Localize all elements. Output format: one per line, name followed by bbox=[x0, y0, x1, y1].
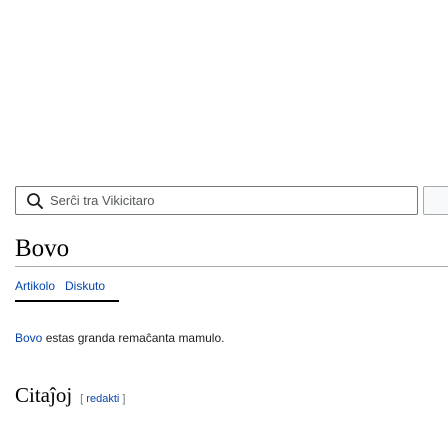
search-icon[interactable] bbox=[26, 192, 44, 210]
section-heading: Citaĵoj [ redakti ] bbox=[15, 383, 125, 408]
page-title: Bovo bbox=[15, 235, 70, 262]
active-tab-indicator bbox=[15, 300, 119, 302]
tab-discussion[interactable]: Diskuto bbox=[65, 278, 105, 294]
article-intro: Bovo estas granda remaĉanta mamulo. bbox=[15, 330, 224, 346]
search-input[interactable] bbox=[50, 193, 417, 208]
title-divider bbox=[15, 266, 448, 267]
subject-link[interactable]: Bovo bbox=[15, 331, 42, 345]
edit-section: [ redakti ] bbox=[80, 393, 125, 405]
edit-bracket-close: ] bbox=[119, 393, 126, 405]
edit-section-link[interactable]: redakti bbox=[86, 393, 119, 405]
search-box bbox=[15, 186, 418, 215]
section-title: Citaĵoj bbox=[15, 383, 73, 407]
page-tabs: Artikolo Diskuto bbox=[15, 278, 105, 294]
intro-text: estas granda remaĉanta mamulo. bbox=[42, 331, 225, 345]
tab-article[interactable]: Artikolo bbox=[15, 278, 55, 294]
search-button[interactable] bbox=[423, 186, 448, 215]
